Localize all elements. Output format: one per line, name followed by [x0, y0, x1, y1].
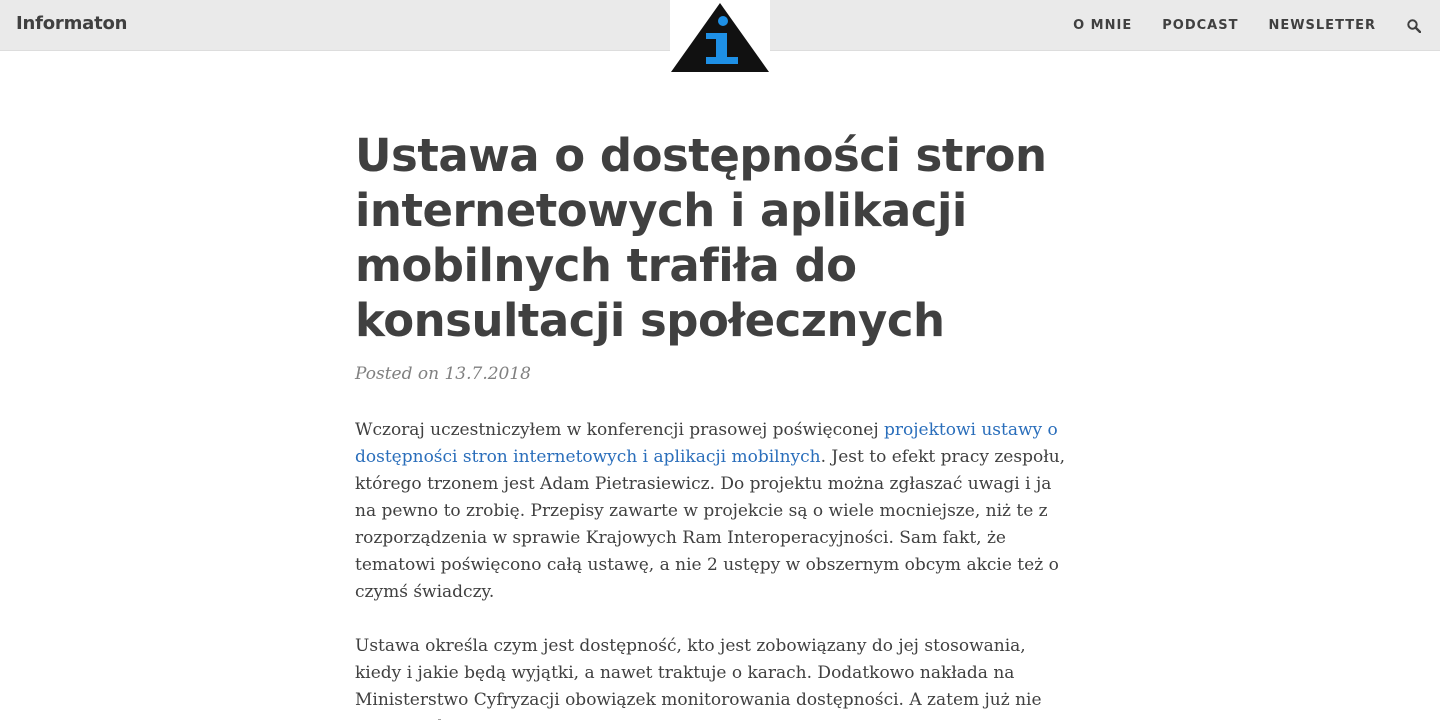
post-date: Posted on 13.7.2018	[355, 364, 531, 384]
nav-link-o-mnie[interactable]: O MNIE	[1073, 18, 1132, 33]
nav-links: O MNIE PODCAST NEWSLETTER	[1043, 0, 1422, 51]
info-triangle-logo-icon	[671, 3, 769, 72]
post-paragraph: Wczoraj uczestniczyłem w konferencji pra…	[355, 417, 1067, 606]
post-article: Ustawa o dostępności stron internetowych…	[355, 128, 1085, 720]
post-title: Ustawa o dostępności stron internetowych…	[355, 129, 1047, 347]
post-paragraph: Ustawa określa czym jest dostępność, kto…	[355, 636, 1042, 720]
search-icon[interactable]	[1406, 18, 1422, 34]
brand-link[interactable]: Informaton	[16, 13, 127, 34]
post-body: Wczoraj uczestniczyłem w konferencji pra…	[355, 417, 1085, 720]
paragraph-text: Wczoraj uczestniczyłem w konferencji pra…	[355, 420, 885, 440]
paragraph-text: . Jest to efekt pracy zespołu, którego t…	[355, 447, 1066, 602]
site-logo[interactable]	[670, 0, 770, 74]
nav-link-newsletter[interactable]: NEWSLETTER	[1268, 18, 1376, 33]
nav-link-podcast[interactable]: PODCAST	[1162, 18, 1238, 33]
